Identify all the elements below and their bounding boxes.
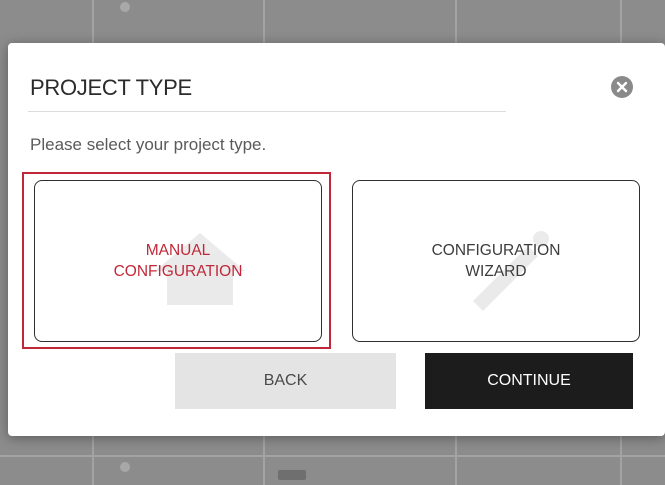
bg-handle-icon xyxy=(120,2,130,12)
dialog-instructions: Please select your project type. xyxy=(30,135,267,154)
option-label: MANUAL CONFIGURATION xyxy=(113,242,243,280)
back-button[interactable]: BACK xyxy=(175,353,396,409)
option-configuration-wizard[interactable]: CONFIGURATION WIZARD xyxy=(352,180,640,342)
bg-divider xyxy=(0,455,665,457)
close-icon xyxy=(616,81,628,93)
bg-chip xyxy=(278,470,306,480)
title-divider xyxy=(28,111,506,112)
close-button[interactable] xyxy=(611,76,633,98)
bg-handle-icon xyxy=(120,462,130,472)
option-manual-configuration[interactable]: MANUAL CONFIGURATION xyxy=(34,180,322,342)
continue-button[interactable]: CONTINUE xyxy=(425,353,633,409)
project-type-dialog: PROJECT TYPE Please select your project … xyxy=(8,43,665,436)
option-label: CONFIGURATION WIZARD xyxy=(431,242,561,280)
dialog-title: PROJECT TYPE xyxy=(30,75,192,100)
